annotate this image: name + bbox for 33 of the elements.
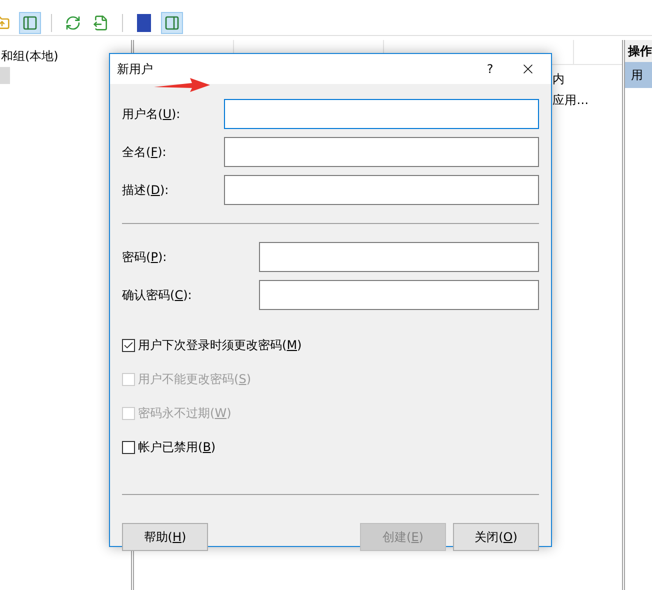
field-label: 确认密码(C): (122, 287, 193, 304)
checkbox-label: 帐户已禁用(B) (138, 439, 216, 456)
text-field[interactable] (259, 242, 539, 272)
refresh-icon (65, 14, 81, 30)
table-cell-text: 应用… (552, 92, 590, 109)
text-field[interactable] (224, 99, 539, 129)
dialog-button[interactable]: 帮助(H) (122, 523, 208, 551)
checkbox-label: 用户不能更改密码(S) (138, 371, 251, 388)
arrow-icon (154, 78, 210, 92)
table-cell-text: 内 (552, 71, 566, 88)
text-field[interactable] (259, 280, 539, 310)
panel-icon (164, 14, 180, 30)
check-icon (123, 340, 134, 350)
dialog-button[interactable]: 关闭(O) (453, 523, 539, 551)
export-icon (93, 14, 109, 30)
action-item[interactable]: 用 (625, 62, 652, 88)
field-label: 用户名(U): (122, 106, 182, 123)
checkbox[interactable] (122, 338, 135, 352)
checkbox[interactable] (122, 440, 135, 454)
checkbox-label: 用户下次登录时须更改密码(M) (138, 337, 302, 354)
field-label: 全名(F): (122, 144, 168, 161)
help-button[interactable]: ? (475, 60, 505, 78)
text-field[interactable] (224, 175, 539, 205)
toolbar-button[interactable] (19, 12, 41, 34)
window-title: 新用户 (117, 61, 154, 78)
pane-title: 操作 (625, 40, 652, 62)
field-label: 描述(D): (122, 182, 170, 199)
panel-icon (22, 14, 38, 30)
field-label: 密码(P): (122, 249, 168, 266)
tree-item[interactable]: 和组(本地) (0, 48, 60, 65)
checkbox-label: 密码永不过期(W) (138, 405, 232, 422)
toolbar-button[interactable] (161, 12, 183, 34)
text-field[interactable] (224, 137, 539, 167)
